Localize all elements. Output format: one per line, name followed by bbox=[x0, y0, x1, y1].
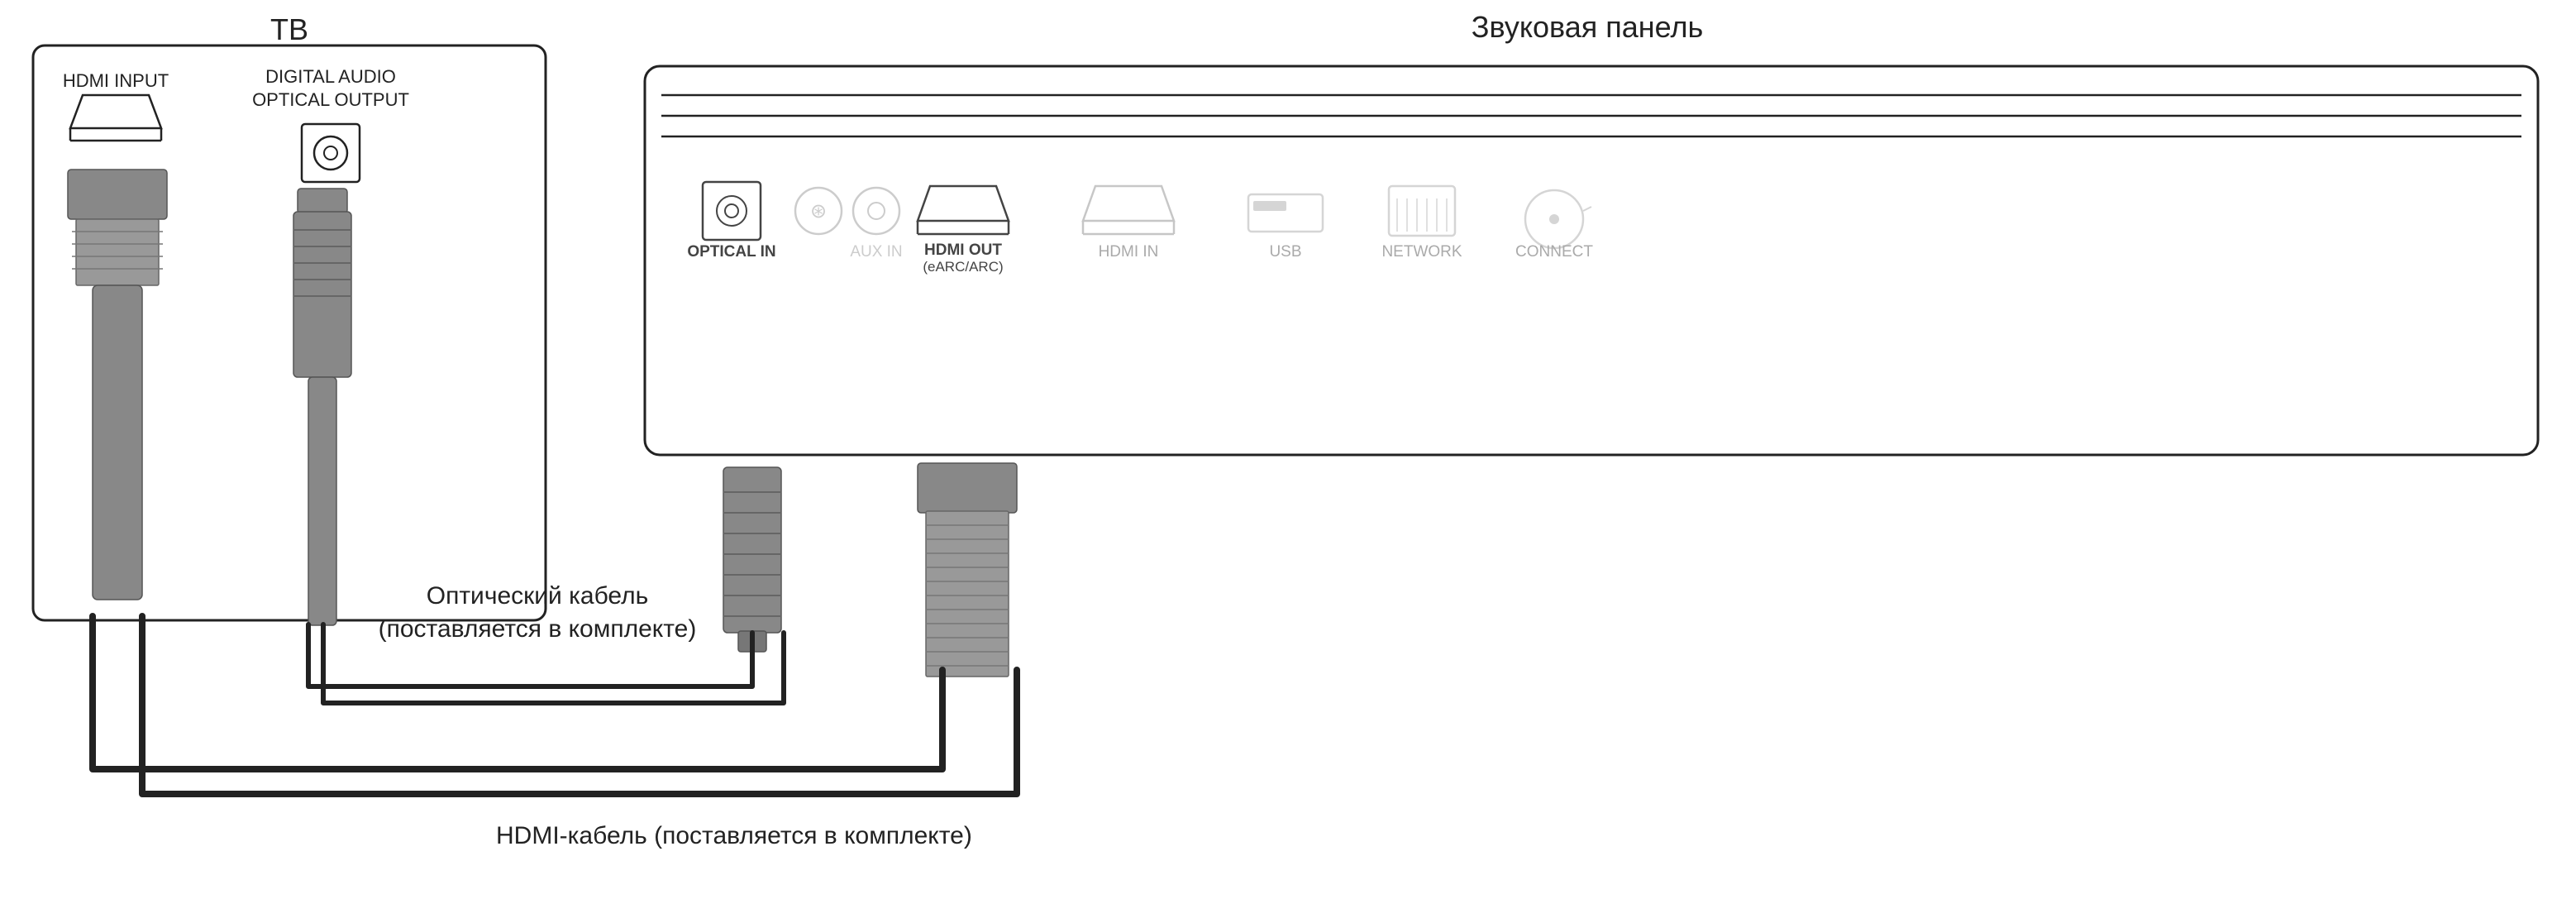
svg-text:Звуковая панель: Звуковая панель bbox=[1472, 10, 1703, 44]
svg-text:(eARC/ARC): (eARC/ARC) bbox=[923, 259, 1003, 275]
svg-text:OPTICAL OUTPUT: OPTICAL OUTPUT bbox=[252, 89, 409, 110]
svg-text:AUX IN: AUX IN bbox=[850, 243, 902, 261]
svg-text:HDMI OUT: HDMI OUT bbox=[924, 242, 1002, 259]
svg-text:Оптический кабель: Оптический кабель bbox=[427, 582, 649, 610]
svg-text:OPTICAL IN: OPTICAL IN bbox=[687, 243, 775, 261]
svg-text:ТВ: ТВ bbox=[270, 12, 308, 46]
svg-text:USB: USB bbox=[1269, 243, 1301, 261]
svg-text:HDMI-кабель (поставляется в ко: HDMI-кабель (поставляется в комплекте) bbox=[496, 822, 972, 849]
svg-text:HDMI INPUT: HDMI INPUT bbox=[63, 70, 169, 91]
svg-text:CONNECT: CONNECT bbox=[1515, 243, 1593, 261]
svg-text:HDMI IN: HDMI IN bbox=[1099, 243, 1159, 261]
svg-text:NETWORK: NETWORK bbox=[1381, 243, 1462, 261]
svg-text:DIGITAL AUDIO: DIGITAL AUDIO bbox=[265, 66, 396, 87]
svg-text:⊛: ⊛ bbox=[810, 200, 827, 222]
svg-text:(поставляется в комплекте): (поставляется в комплекте) bbox=[379, 615, 697, 643]
diagram: ТВ HDMI INPUT DIGITAL AUDIO OPTICAL OUTP… bbox=[0, 0, 2576, 923]
